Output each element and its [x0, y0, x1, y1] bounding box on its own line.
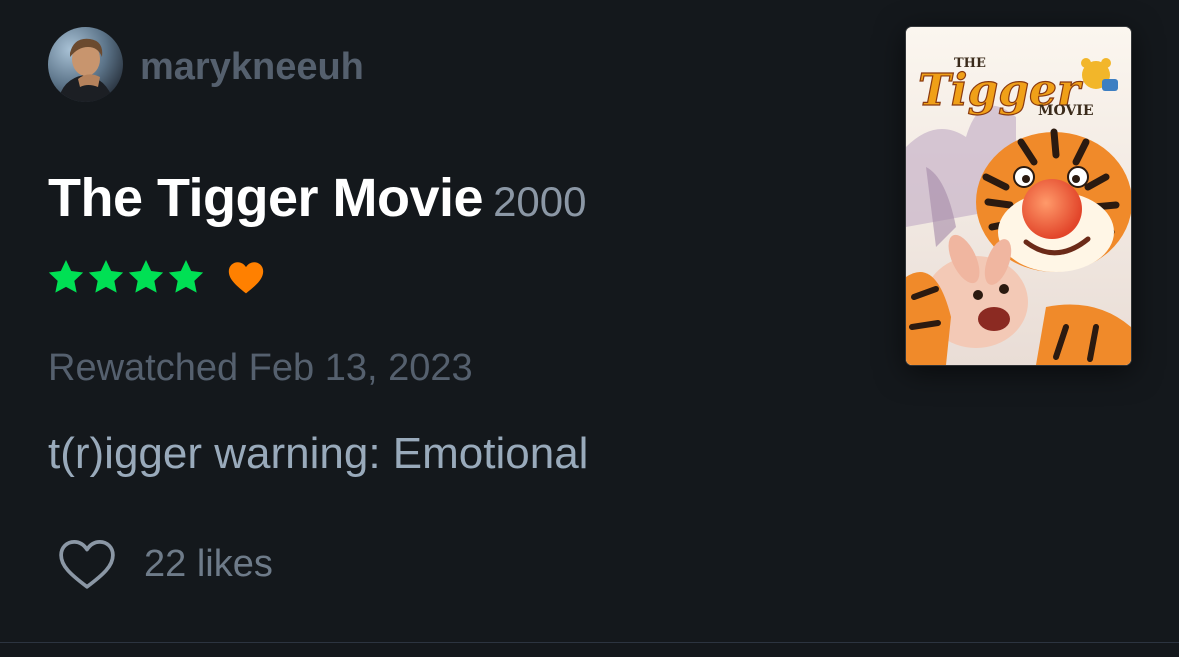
- star-icon: [128, 260, 164, 293]
- heart-outline-icon[interactable]: [58, 538, 116, 590]
- review-card: marykneeuh The Tigger Movie 2000 Rewatche…: [0, 0, 1179, 642]
- star-icon: [88, 260, 124, 293]
- film-year[interactable]: 2000: [493, 178, 586, 225]
- likes-count[interactable]: 22 likes: [144, 543, 273, 586]
- film-poster[interactable]: THE Tigger MOVIE: [906, 27, 1131, 365]
- poster-title-sub: MOVIE: [1038, 103, 1094, 119]
- film-title[interactable]: The Tigger Movie: [48, 168, 484, 228]
- rating: [46, 255, 266, 299]
- heart-icon: [228, 262, 264, 294]
- star-icon: [48, 260, 84, 293]
- user-avatar[interactable]: [48, 27, 123, 102]
- film-heading: The Tigger Movie 2000: [48, 163, 587, 247]
- watch-date: Rewatched Feb 13, 2023: [48, 347, 473, 389]
- review-text: t(r)igger warning: Emotional: [48, 429, 589, 478]
- likes-row: 22 likes: [58, 535, 273, 593]
- username[interactable]: marykneeuh: [140, 45, 364, 89]
- star-icon: [168, 260, 204, 293]
- bottom-strip: [0, 643, 1179, 657]
